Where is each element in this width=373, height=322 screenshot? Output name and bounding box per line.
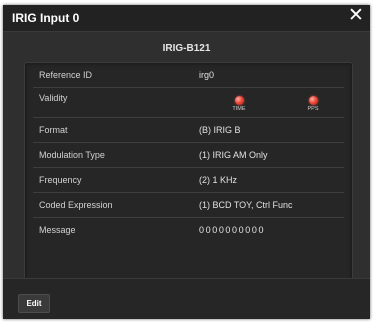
row-label: Coded Expression	[39, 200, 113, 210]
dialog-body: IRIG-B121 Reference ID irg0 Validity TIM…	[3, 32, 370, 292]
close-icon[interactable]: ✕	[347, 6, 365, 26]
row-label: Message	[39, 225, 76, 235]
dialog-titlebar: IRIG Input 0 ✕	[3, 5, 370, 32]
irig-code-heading: IRIG-B121	[162, 43, 211, 54]
row-reference-id: Reference ID irg0	[33, 63, 344, 88]
format-value: (B) IRIG B	[199, 125, 241, 135]
row-label: Validity	[39, 93, 68, 103]
validity-pps-indicator: PPS	[301, 96, 325, 112]
validity-pps-label: PPS	[307, 106, 319, 112]
validity-time-label: TIME	[232, 106, 246, 112]
row-label: Format	[39, 125, 68, 135]
message-value: 0000000000	[199, 225, 266, 235]
modulation-type-value: (1) IRIG AM Only	[199, 150, 268, 160]
row-frequency: Frequency (2) 1 KHz	[33, 167, 344, 193]
row-modulation-type: Modulation Type (1) IRIG AM Only	[33, 142, 344, 168]
row-validity: Validity TIME PPS	[33, 87, 344, 118]
dialog-footer: Edit	[3, 278, 370, 319]
row-message: Message 0000000000	[33, 217, 344, 242]
coded-expression-value: (1) BCD TOY, Ctrl Func	[199, 200, 293, 210]
dialog-title: IRIG Input 0	[12, 11, 80, 25]
row-coded-expression: Coded Expression (1) BCD TOY, Ctrl Func	[33, 192, 344, 218]
edit-button[interactable]: Edit	[18, 294, 50, 313]
frequency-value: (2) 1 KHz	[199, 175, 238, 185]
row-label: Frequency	[39, 175, 82, 185]
reference-id-value: irg0	[199, 70, 215, 80]
red-led-icon	[234, 96, 244, 105]
row-label: Modulation Type	[39, 150, 105, 160]
red-led-icon	[308, 96, 318, 105]
row-format: Format (B) IRIG B	[33, 117, 344, 143]
row-label: Reference ID	[39, 70, 93, 80]
validity-time-indicator: TIME	[227, 96, 251, 112]
irig-input-dialog: IRIG Input 0 ✕ IRIG-B121 Reference ID ir…	[3, 5, 370, 319]
details-panel: Reference ID irg0 Validity TIME PPS Form…	[24, 62, 353, 292]
